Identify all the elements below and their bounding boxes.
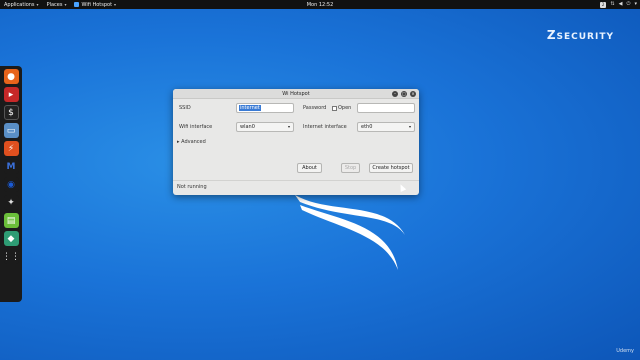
minimize-icon[interactable]: –	[392, 91, 398, 97]
maltego-icon[interactable]: ◉	[3, 177, 19, 192]
apps-grid-icon[interactable]: ⋮⋮	[2, 249, 20, 264]
volume-icon: ◀	[618, 1, 623, 7]
applications-menu[interactable]: Applications ▾	[0, 0, 43, 9]
power-icon: ⏻	[626, 1, 631, 7]
places-menu[interactable]: Places ▾	[43, 0, 71, 9]
chevron-down-icon: ▾	[114, 2, 117, 7]
internet-interface-select[interactable]: eth0 ▾	[357, 122, 415, 132]
advanced-label: Advanced	[181, 139, 206, 145]
advanced-expander[interactable]: ▸ Advanced	[177, 139, 206, 145]
window-titlebar[interactable]: Wi Hotspot – □ ×	[173, 89, 419, 99]
password-input[interactable]	[357, 103, 415, 113]
open-label: Open	[338, 105, 352, 111]
maximize-icon[interactable]: □	[401, 91, 407, 97]
chevron-down-icon: ▾	[36, 2, 39, 7]
dock: ● ▸ $ ▭ ⚡ M ◉ ✦ ▤ ◆ ⋮⋮	[0, 66, 22, 302]
status-bar: Not running	[173, 180, 419, 195]
create-hotspot-button[interactable]: Create hotspot	[369, 163, 413, 173]
logo-text: SECURITY	[556, 32, 614, 42]
wifi-hotspot-window: Wi Hotspot – □ × SSID internet Password …	[173, 89, 419, 195]
brand-logo: ZSECURITY	[547, 28, 614, 42]
app-icon[interactable]: ◆	[3, 231, 19, 246]
wifi-interface-select[interactable]: wlan0 ▾	[236, 122, 294, 132]
udemy-watermark: Udemy	[616, 348, 634, 354]
chevron-down-icon: ▾	[287, 124, 290, 129]
notes-icon[interactable]: ▤	[3, 213, 19, 228]
open-checkbox[interactable]	[332, 106, 337, 111]
chevron-right-icon: ▸	[177, 139, 180, 145]
terminal-red-icon[interactable]: ▸	[3, 87, 19, 102]
chevron-down-icon: ▾	[64, 2, 67, 7]
applications-label: Applications	[4, 1, 35, 8]
firefox-icon[interactable]: ●	[3, 69, 19, 84]
files-icon[interactable]: ▭	[3, 123, 19, 138]
window-controls: – □ ×	[392, 91, 416, 97]
window-title: Wi Hotspot	[282, 91, 310, 97]
ssid-value: internet	[239, 105, 261, 111]
status-text: Not running	[177, 184, 207, 190]
password-label: Password	[303, 105, 327, 111]
about-button[interactable]: About	[297, 163, 322, 173]
wifi-hotspot-app-icon	[74, 2, 80, 7]
terminal-icon[interactable]: $	[3, 105, 19, 120]
chevron-down-icon: ▾	[408, 124, 411, 129]
active-app-menu[interactable]: Wifi Hotspot ▾	[70, 0, 120, 9]
stop-button[interactable]: Stop	[341, 163, 360, 173]
ssid-label: SSID	[179, 105, 191, 111]
logo-letter: Z	[546, 28, 557, 42]
kali-dragon-swoosh	[295, 195, 405, 270]
places-label: Places	[46, 1, 63, 8]
system-tray[interactable]: 2 ⇅ ◀ ⏻ ▾	[599, 1, 637, 8]
network-icon: ⇅	[610, 1, 615, 7]
beef-icon[interactable]: ✦	[3, 195, 19, 210]
wifi-interface-value: wlan0	[240, 124, 255, 130]
close-icon[interactable]: ×	[410, 91, 416, 97]
wifi-interface-label: Wifi interface	[179, 124, 213, 130]
chevron-down-icon: ▾	[634, 1, 637, 7]
burp-icon[interactable]: ⚡	[3, 141, 19, 156]
internet-interface-value: eth0	[361, 124, 373, 130]
ssid-input[interactable]: internet	[236, 103, 294, 113]
metasploit-icon[interactable]: M	[3, 159, 19, 174]
workspace-badge[interactable]: 2	[599, 1, 607, 8]
internet-interface-label: Internet interface	[303, 124, 347, 130]
active-app-label: Wifi Hotspot	[81, 1, 113, 8]
top-panel: Applications ▾ Places ▾ Wifi Hotspot ▾ M…	[0, 0, 640, 9]
